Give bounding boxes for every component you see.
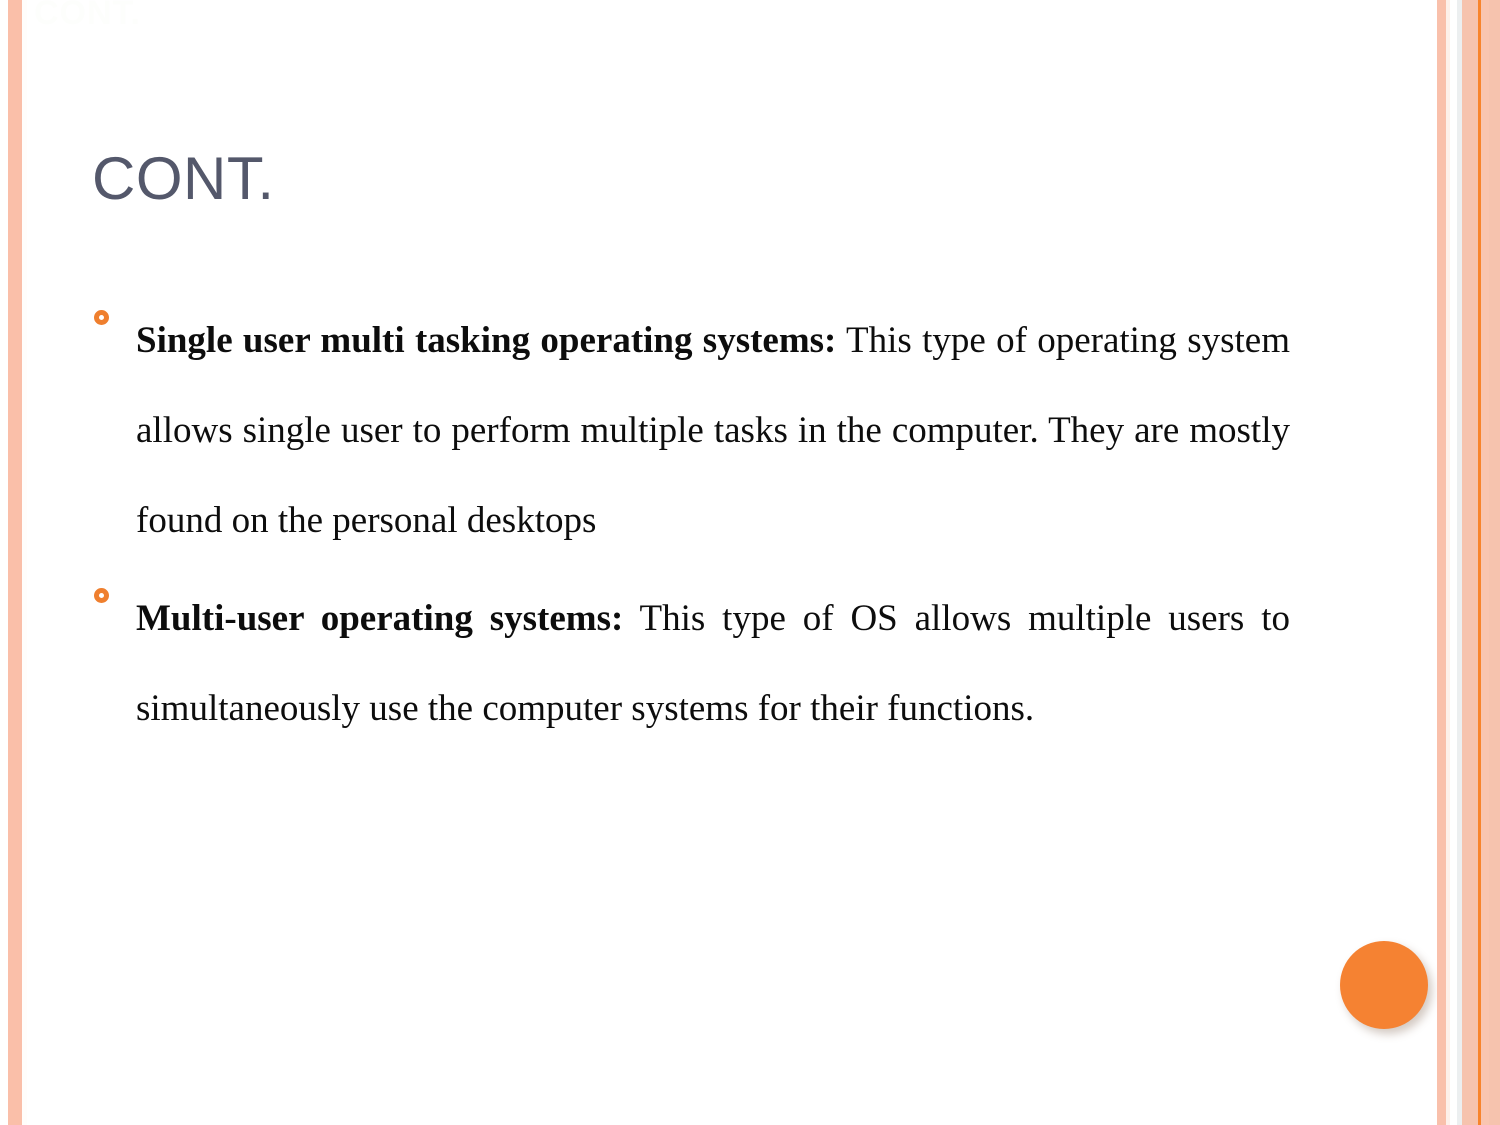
list-item-lead: Single user multi tasking operating syst… (136, 320, 837, 361)
corner-watermark-text: CONT. (34, 0, 141, 32)
slide-canvas: CONT. CONT. Single user multi tasking op… (0, 0, 1500, 1125)
right-stripe-1 (1437, 0, 1446, 1125)
right-stripe-5 (1462, 0, 1478, 1125)
list-item-text: Single user multi tasking operating syst… (136, 296, 1290, 566)
list-item: Multi-user operating systems: This type … (90, 574, 1290, 754)
ring-bullet-icon (94, 310, 109, 325)
slide-title: CONT. (92, 145, 275, 212)
list-item-lead: Multi-user operating systems: (136, 598, 624, 639)
ring-bullet-icon (94, 588, 109, 603)
right-edge-stripe-band (1437, 0, 1500, 1125)
left-edge-stripe (8, 0, 22, 1125)
list-item: Single user multi tasking operating syst… (90, 296, 1290, 566)
right-stripe-8 (1489, 0, 1500, 1125)
orange-circle-decoration (1340, 941, 1428, 1029)
slide-body: Single user multi tasking operating syst… (90, 296, 1290, 762)
left-edge-stripe-highlight (22, 0, 27, 1125)
right-stripe-7 (1481, 0, 1489, 1125)
right-stripe-3 (1450, 0, 1457, 1125)
list-item-text: Multi-user operating systems: This type … (136, 574, 1290, 754)
